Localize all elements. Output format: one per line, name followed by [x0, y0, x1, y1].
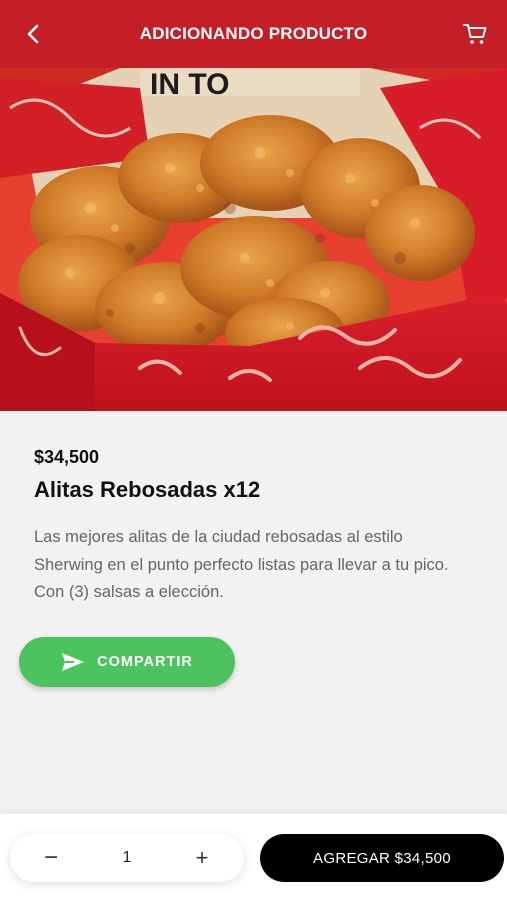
app-header: ADICIONANDO PRODUCTO — [0, 0, 507, 68]
increase-quantity-button[interactable]: + — [185, 834, 219, 882]
product-description: Las mejores alitas de la ciudad rebosada… — [34, 528, 449, 601]
product-name: Alitas Rebosadas x12 — [34, 477, 261, 502]
fried-chicken-illustration: IN TO — [0, 68, 507, 411]
quantity-stepper: − 1 + — [10, 834, 244, 882]
shopping-cart-icon — [463, 24, 487, 44]
back-button[interactable] — [18, 20, 48, 48]
product-price: $34,500 — [34, 447, 100, 467]
quantity-value: 1 — [122, 849, 132, 866]
product-image: IN TO — [0, 68, 507, 411]
add-to-cart-button[interactable]: AGREGAR $34,500 — [260, 834, 504, 882]
product-details — [0, 411, 507, 814]
page-title: ADICIONANDO PRODUCTO — [139, 24, 368, 43]
chevron-left-icon — [27, 24, 39, 44]
decrease-quantity-button[interactable]: − — [34, 834, 68, 882]
box-print-text: IN TO — [150, 68, 229, 101]
share-button-label: COMPARTIR — [97, 654, 193, 670]
cart-button[interactable] — [459, 19, 491, 49]
share-button[interactable]: COMPARTIR — [19, 637, 235, 687]
send-icon — [62, 653, 85, 671]
